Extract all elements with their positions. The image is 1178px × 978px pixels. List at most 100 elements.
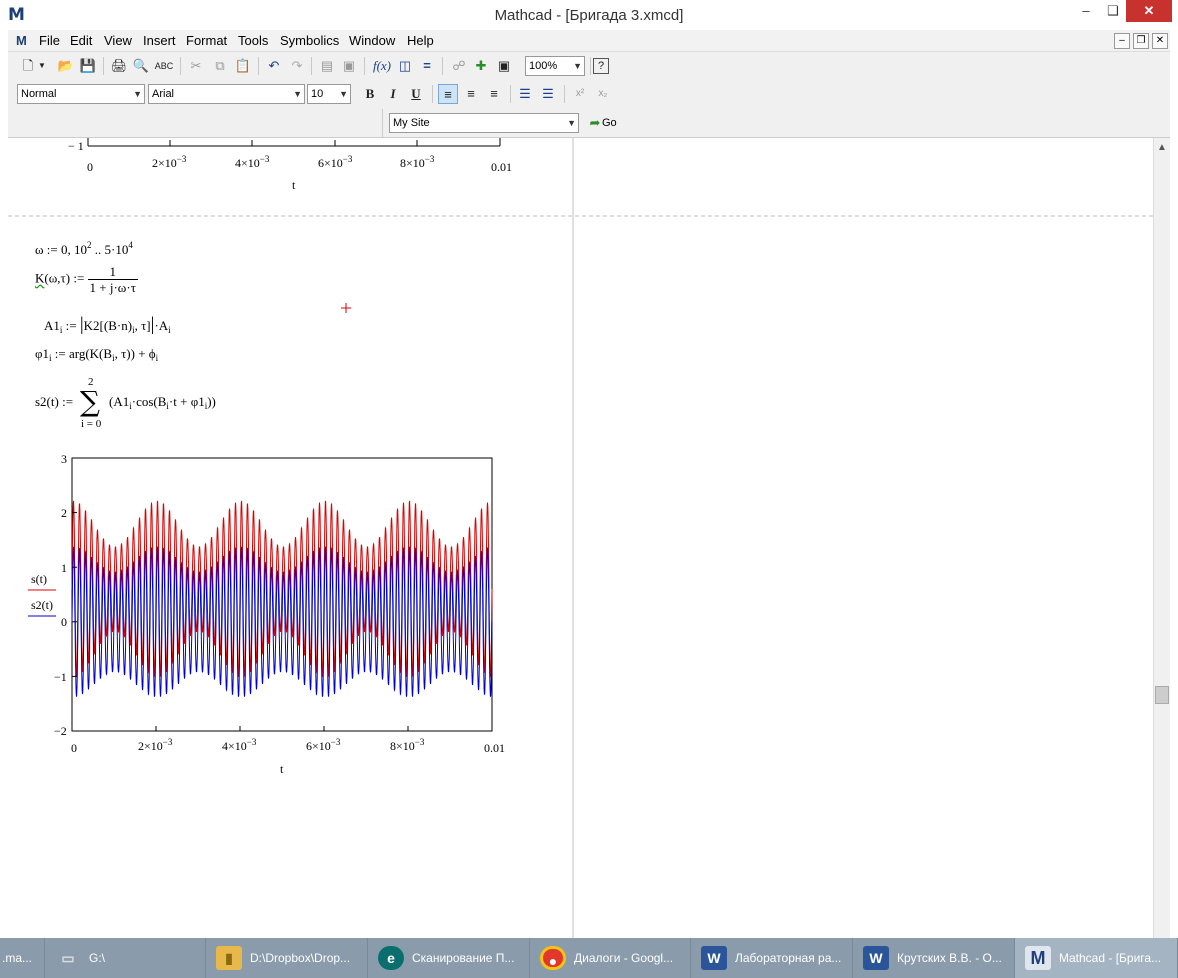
chevron-up-icon[interactable]: ▲ xyxy=(1157,142,1167,153)
align-center-icon[interactable]: ≡ xyxy=(461,84,481,104)
insert-unit-icon[interactable]: ◫ xyxy=(395,56,415,76)
folder-icon: ▮ xyxy=(216,946,242,970)
resource-window-icon[interactable]: ▣ xyxy=(494,56,514,76)
tick-mantissa: 0 xyxy=(87,160,93,174)
open-folder-icon[interactable]: 📂 xyxy=(56,56,76,76)
tick-exponent: −3 xyxy=(162,737,173,747)
tick-mantissa: 2×10 xyxy=(152,156,177,170)
taskbar-item-5[interactable]: W Лабораторная ра... xyxy=(691,938,853,978)
scrollbar-thumb[interactable] xyxy=(1155,686,1169,704)
window-title: Mathcad - [Бригада 3.xmcd] xyxy=(494,7,684,24)
menu-insert[interactable]: Insert xyxy=(143,33,176,49)
paste-icon[interactable]: 📋 xyxy=(233,56,253,76)
worksheet[interactable]: − 1 0 2×10−3 4×10−3 6×10−3 8×10−3 0.01 t… xyxy=(8,138,1153,938)
redo-icon[interactable]: ↷ xyxy=(287,56,307,76)
window-frame-left xyxy=(0,30,8,938)
doc-restore-button[interactable]: ❐ xyxy=(1133,33,1149,49)
style-value: Normal xyxy=(21,88,57,100)
menu-help[interactable]: Help xyxy=(407,33,434,49)
bullet-list-icon[interactable]: ☰ xyxy=(515,84,535,104)
go-button[interactable]: Go xyxy=(602,113,617,133)
menu-window[interactable]: Window xyxy=(349,33,395,49)
equation-k[interactable]: K(ω,τ) := 11 + j·ω·τ xyxy=(35,264,138,295)
menu-format[interactable]: Format xyxy=(186,33,227,49)
cut-icon[interactable]: ✂ xyxy=(186,56,206,76)
taskbar-label: Диалоги - Googl... xyxy=(574,951,674,965)
tick-mantissa: 4×10 xyxy=(235,156,260,170)
taskbar-item-2[interactable]: ▮ D:\Dropbox\Drop... xyxy=(206,938,368,978)
document-m-icon[interactable]: M xyxy=(16,33,31,49)
equation-omega[interactable]: ω := 0, 102 .. 5·104 xyxy=(35,240,133,258)
s2-summand: (A1i·cos(Bi·t + φ1i)) xyxy=(109,394,216,411)
align-right-icon[interactable]: ≡ xyxy=(484,84,504,104)
spell-check-icon[interactable]: ABC xyxy=(154,56,174,76)
tick-mantissa: 8×10 xyxy=(390,739,415,753)
superscript-button[interactable]: x² xyxy=(570,84,590,104)
taskbar-label: Лабораторная ра... xyxy=(735,951,842,965)
new-document-icon[interactable]: 🗋 xyxy=(18,56,38,76)
tick-mantissa: 0.01 xyxy=(484,741,505,755)
tick-mantissa: 6×10 xyxy=(318,156,343,170)
top-plot[interactable] xyxy=(87,138,501,147)
phi1-tail: , τ)) + ϕ xyxy=(114,346,156,361)
print-preview-icon[interactable]: 🔍 xyxy=(131,56,151,76)
separator xyxy=(590,57,591,75)
maximize-button[interactable]: ❑ xyxy=(1099,0,1127,22)
close-button[interactable]: ✕ xyxy=(1126,0,1172,22)
site-select[interactable]: My Site ▼ xyxy=(389,113,579,133)
mathcad-window: M Mathcad - [Бригада 3.xmcd] – ❑ ✕ M Fil… xyxy=(0,0,1178,978)
main-plot[interactable] xyxy=(28,457,493,732)
save-icon[interactable]: 💾 xyxy=(78,56,98,76)
italic-button[interactable]: I xyxy=(383,84,403,104)
underline-button[interactable]: U xyxy=(406,84,426,104)
style-select[interactable]: Normal ▼ xyxy=(17,84,145,104)
numbered-list-icon[interactable]: ☰ xyxy=(538,84,558,104)
menu-edit[interactable]: Edit xyxy=(70,33,92,49)
equation-phi1[interactable]: φ1i := arg(K(Bi, τ)) + ϕi xyxy=(35,346,158,363)
menu-file[interactable]: File xyxy=(39,33,60,49)
menu-tools[interactable]: Tools xyxy=(238,33,268,49)
doc-minimize-button[interactable]: – xyxy=(1114,33,1130,49)
taskbar-item-1[interactable]: ▭ G:\ xyxy=(45,938,206,978)
print-icon[interactable]: 🖨 xyxy=(109,56,129,76)
new-dropdown-icon[interactable]: ▼ xyxy=(36,56,48,76)
taskbar-item-3[interactable]: e Сканирование П... xyxy=(368,938,530,978)
insert-hyperlink-icon[interactable]: ☍ xyxy=(449,56,469,76)
minimize-button[interactable]: – xyxy=(1072,0,1100,22)
copy-icon[interactable]: ⧉ xyxy=(210,56,230,76)
y-tick-label: 2 xyxy=(61,506,67,520)
crosshair-cursor-icon xyxy=(341,303,351,313)
taskbar-item-7[interactable]: M Mathcad - [Брига... xyxy=(1015,938,1178,978)
align-down-icon[interactable]: ▣ xyxy=(339,56,359,76)
zoom-select[interactable]: 100% ▼ xyxy=(525,56,585,76)
a1-name: A1 xyxy=(44,318,60,333)
taskbar-label: G:\ xyxy=(89,951,106,965)
doc-close-button[interactable]: ✕ xyxy=(1152,33,1168,49)
font-select[interactable]: Arial ▼ xyxy=(148,84,305,104)
y-label-s: s(t) xyxy=(31,572,47,586)
help-icon[interactable]: ? xyxy=(593,58,609,74)
taskbar-item-0[interactable]: .ma... xyxy=(0,938,45,978)
font-size-select[interactable]: 10 ▼ xyxy=(307,84,351,104)
taskbar-item-4[interactable]: ● Диалоги - Googl... xyxy=(530,938,691,978)
tick-mantissa: 8×10 xyxy=(400,156,425,170)
undo-icon[interactable]: ↶ xyxy=(264,56,284,76)
calculate-icon[interactable]: = xyxy=(417,56,437,76)
align-left-icon[interactable]: ≡ xyxy=(438,84,458,104)
taskbar-item-6[interactable]: W Крутских В.В. - О... xyxy=(853,938,1015,978)
subscript-button[interactable]: x₂ xyxy=(593,84,613,104)
separator xyxy=(510,85,511,103)
menu-view[interactable]: View xyxy=(104,33,132,49)
separator xyxy=(180,57,181,75)
menu-symbolics[interactable]: Symbolics xyxy=(280,33,339,49)
vertical-scrollbar[interactable]: ▲ xyxy=(1153,138,1170,938)
top-plot-x-tick-5: 0.01 xyxy=(491,158,512,175)
sum-lower-limit: i = 0 xyxy=(81,418,102,430)
insert-function-icon[interactable]: f(x) xyxy=(372,56,392,76)
bold-button[interactable]: B xyxy=(360,84,380,104)
equation-s2[interactable]: s2(t) := xyxy=(35,394,73,410)
a1-tau: , τ] xyxy=(134,318,151,333)
equation-a1[interactable]: A1i := |K2[(B·n)i, τ]|·Ai xyxy=(44,314,171,336)
insert-component-icon[interactable]: ✚ xyxy=(471,56,491,76)
align-top-icon[interactable]: ▤ xyxy=(317,56,337,76)
